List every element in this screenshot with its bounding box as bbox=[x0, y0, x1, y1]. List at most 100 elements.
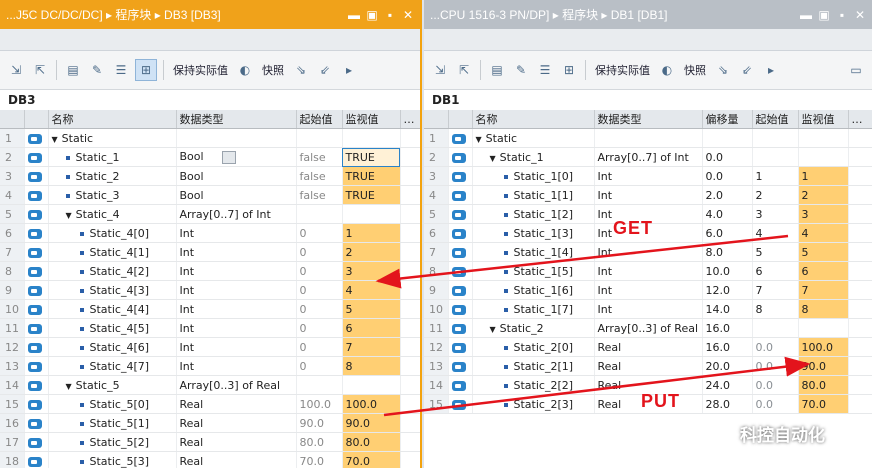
table-row[interactable]: 9 Static_1[6] Int 12.0 7 7 bbox=[424, 280, 872, 300]
minimize-icon[interactable]: ▬ bbox=[800, 8, 812, 22]
minimize-icon[interactable]: ▬ bbox=[348, 8, 360, 22]
datatype-cell[interactable] bbox=[176, 128, 297, 148]
expand-all-icon[interactable]: ▤ bbox=[63, 60, 83, 80]
expand-triangle-icon[interactable]: ▼ bbox=[490, 325, 496, 334]
keep-actual-values-button[interactable]: 保持实际值 bbox=[592, 60, 653, 80]
table-row[interactable]: 5 ▼ Static_4 Array[0..7] of Int bbox=[0, 204, 420, 224]
snapshot-button[interactable]: 快照 bbox=[681, 60, 709, 80]
col-header-start-value[interactable]: 起始值 bbox=[296, 110, 343, 129]
table-row[interactable]: 6 Static_4[0] Int 0 1 bbox=[0, 223, 420, 243]
name-cell[interactable]: Static_5[0] bbox=[48, 394, 177, 414]
start-value-cell[interactable]: 0.0 bbox=[752, 375, 799, 395]
more-icon[interactable]: ▸ bbox=[339, 60, 359, 80]
start-value-cell[interactable]: 2 bbox=[752, 185, 799, 205]
datatype-cell[interactable]: Real bbox=[176, 394, 297, 414]
col-header-datatype[interactable]: 数据类型 bbox=[176, 110, 297, 129]
col-header-monitor-value[interactable]: 监视值 bbox=[798, 110, 849, 129]
table-row[interactable]: 11 ▼ Static_2 Array[0..3] of Real 16.0 bbox=[424, 318, 872, 338]
datatype-dropdown-button[interactable] bbox=[221, 150, 236, 164]
name-cell[interactable]: Static_4[2] bbox=[48, 261, 177, 281]
add-row-icon[interactable]: ⇱ bbox=[454, 60, 474, 80]
close-icon[interactable]: ✕ bbox=[402, 8, 414, 22]
copy-snapshot-icon[interactable]: ⇘ bbox=[713, 60, 733, 80]
copy-snapshot-icon[interactable]: ⇘ bbox=[291, 60, 311, 80]
table-row[interactable]: 17 Static_5[2] Real 80.0 80.0 bbox=[0, 432, 420, 452]
start-value-cell[interactable]: 70.0 bbox=[296, 451, 343, 468]
table-row[interactable]: 2 Static_1 Bool false TRUE bbox=[0, 147, 420, 167]
start-value-cell[interactable]: 0.0 bbox=[752, 337, 799, 357]
name-cell[interactable]: Static_4[5] bbox=[48, 318, 177, 338]
name-cell[interactable]: ▼ Static_4 bbox=[48, 204, 177, 224]
datatype-cell[interactable]: Real bbox=[176, 451, 297, 468]
datatype-cell[interactable]: Array[0..3] of Real bbox=[594, 318, 703, 338]
edit-icon[interactable]: ✎ bbox=[511, 60, 531, 80]
col-header-datatype[interactable]: 数据类型 bbox=[594, 110, 703, 129]
name-cell[interactable]: Static_1[3] bbox=[472, 223, 595, 243]
table-row[interactable]: 7 Static_4[1] Int 0 2 bbox=[0, 242, 420, 262]
list-icon[interactable]: ☰ bbox=[111, 60, 131, 80]
expand-triangle-icon[interactable]: ▼ bbox=[66, 211, 72, 220]
expand-triangle-icon[interactable]: ▼ bbox=[490, 154, 496, 163]
col-header-start-value[interactable]: 起始值 bbox=[752, 110, 799, 129]
start-value-cell[interactable]: 100.0 bbox=[296, 394, 343, 414]
start-value-cell[interactable] bbox=[296, 128, 343, 148]
start-value-cell[interactable] bbox=[752, 128, 799, 148]
start-value-cell[interactable] bbox=[296, 204, 343, 224]
datatype-cell[interactable]: Int bbox=[594, 242, 703, 262]
start-value-cell[interactable]: 80.0 bbox=[296, 432, 343, 452]
name-cell[interactable]: Static_1[7] bbox=[472, 299, 595, 319]
datatype-cell[interactable] bbox=[594, 128, 703, 148]
datatype-cell[interactable]: Bool bbox=[176, 166, 297, 186]
start-value-cell[interactable]: 0 bbox=[296, 261, 343, 281]
close-icon[interactable]: ✕ bbox=[854, 8, 866, 22]
table-row[interactable]: 13 Static_2[1] Real 20.0 0.0 90.0 bbox=[424, 356, 872, 376]
name-cell[interactable]: Static_3 bbox=[48, 185, 177, 205]
list-icon[interactable]: ☰ bbox=[535, 60, 555, 80]
table-row[interactable]: 1 ▼ Static bbox=[0, 128, 420, 148]
table-row[interactable]: 11 Static_4[5] Int 0 6 bbox=[0, 318, 420, 338]
table-row[interactable]: 4 Static_3 Bool false TRUE bbox=[0, 185, 420, 205]
datatype-cell[interactable]: Real bbox=[594, 337, 703, 357]
start-value-cell[interactable]: 0 bbox=[296, 318, 343, 338]
table-row[interactable]: 7 Static_1[4] Int 8.0 5 5 bbox=[424, 242, 872, 262]
table-row[interactable]: 8 Static_4[2] Int 0 3 bbox=[0, 261, 420, 281]
col-header-offset[interactable]: 偏移量 bbox=[702, 110, 753, 129]
name-cell[interactable]: Static_5[2] bbox=[48, 432, 177, 452]
name-cell[interactable]: Static_1[4] bbox=[472, 242, 595, 262]
datatype-cell[interactable]: Real bbox=[594, 356, 703, 376]
name-cell[interactable]: ▼ Static_1 bbox=[472, 147, 595, 167]
datatype-cell[interactable]: Int bbox=[176, 299, 297, 319]
datatype-cell[interactable]: Bool bbox=[176, 147, 297, 167]
start-value-cell[interactable]: 90.0 bbox=[296, 413, 343, 433]
name-cell[interactable]: Static_4[0] bbox=[48, 223, 177, 243]
col-header-more[interactable]: … bbox=[400, 110, 420, 129]
restore-icon[interactable]: ▣ bbox=[818, 8, 830, 22]
datatype-cell[interactable]: Int bbox=[176, 242, 297, 262]
start-value-cell[interactable]: 7 bbox=[752, 280, 799, 300]
datatype-cell[interactable]: Array[0..7] of Int bbox=[176, 204, 297, 224]
name-cell[interactable]: Static_2[2] bbox=[472, 375, 595, 395]
datatype-cell[interactable]: Int bbox=[594, 299, 703, 319]
name-cell[interactable]: Static_1 bbox=[48, 147, 177, 167]
name-cell[interactable]: Static_1[6] bbox=[472, 280, 595, 300]
name-cell[interactable]: Static_4[1] bbox=[48, 242, 177, 262]
name-cell[interactable]: ▼ Static bbox=[472, 128, 595, 148]
table-row[interactable]: 3 Static_1[0] Int 0.0 1 1 bbox=[424, 166, 872, 186]
edit-icon[interactable]: ✎ bbox=[87, 60, 107, 80]
snapshot-icon[interactable]: ◐ bbox=[235, 60, 255, 80]
name-cell[interactable]: Static_2[3] bbox=[472, 394, 595, 414]
name-cell[interactable]: Static_5[3] bbox=[48, 451, 177, 468]
table-row[interactable]: 1 ▼ Static bbox=[424, 128, 872, 148]
start-value-cell[interactable] bbox=[752, 147, 799, 167]
datatype-cell[interactable]: Int bbox=[176, 223, 297, 243]
col-header-monitor-value[interactable]: 监视值 bbox=[342, 110, 401, 129]
datatype-cell[interactable]: Real bbox=[176, 432, 297, 452]
snapshot-button[interactable]: 快照 bbox=[259, 60, 287, 80]
name-cell[interactable]: Static_5[1] bbox=[48, 413, 177, 433]
name-cell[interactable]: ▼ Static_2 bbox=[472, 318, 595, 338]
datatype-cell[interactable]: Bool bbox=[176, 185, 297, 205]
start-value-cell[interactable]: 0 bbox=[296, 356, 343, 376]
start-value-cell[interactable]: 0 bbox=[296, 242, 343, 262]
tile-icon[interactable]: ▪ bbox=[836, 8, 848, 22]
start-value-cell[interactable] bbox=[296, 375, 343, 395]
